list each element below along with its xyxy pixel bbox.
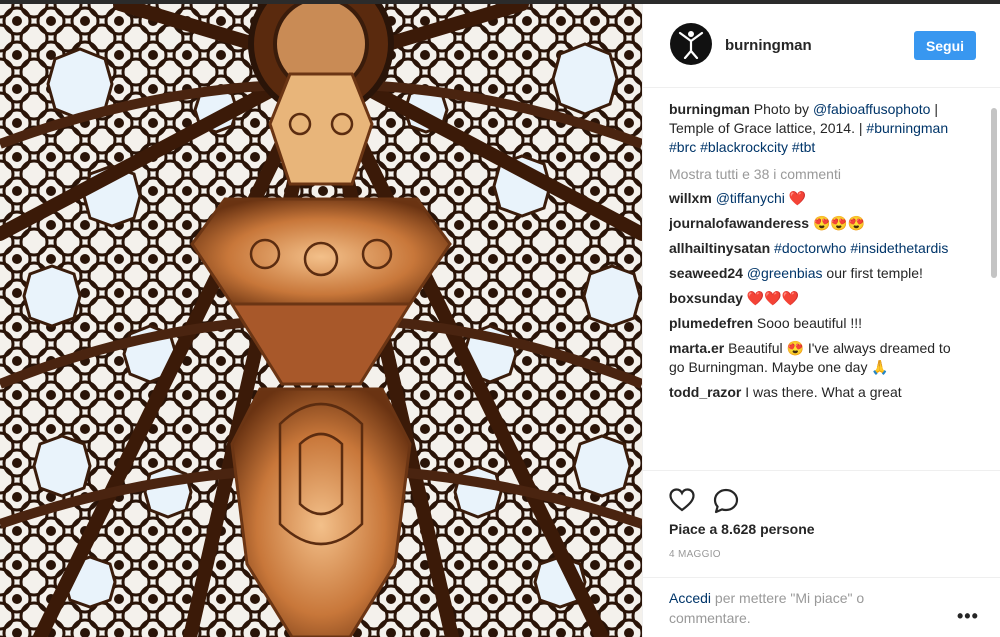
login-prompt: Accedi per mettere "Mi piace" o commenta… — [669, 588, 919, 628]
post-actions: Piace a 8.628 persone 4 MAGGIO — [643, 470, 1000, 580]
burning-man-logo-icon — [678, 31, 704, 59]
temple-lattice-image — [0, 4, 642, 637]
post-caption: burningman Photo by @fabioaffusophoto | … — [669, 100, 969, 157]
header-username[interactable]: burningman — [725, 37, 812, 54]
scrollbar-thumb[interactable] — [991, 108, 997, 278]
caption-mention[interactable]: @fabioaffusophoto — [813, 101, 931, 117]
likes-count[interactable]: Piace a 8.628 persone — [669, 521, 815, 537]
comment-item: willxm @tiffanychi ❤️ — [669, 189, 969, 208]
caption-text: Photo by — [753, 101, 813, 117]
heart-eyes-emoji-icon: 😍😍😍 — [812, 215, 866, 231]
caption-hashtags[interactable]: #blackrockcity #tbt — [700, 139, 815, 155]
post-header: burningman Segui — [643, 4, 1000, 88]
comment-item: todd_razor I was there. What a great — [669, 383, 969, 402]
post-photo[interactable] — [0, 4, 642, 637]
comment-username[interactable]: allhailtinysatan — [669, 240, 770, 256]
comment-hashtags[interactable]: #doctorwho #insidethetardis — [774, 240, 948, 256]
comment-item: boxsunday ❤️❤️❤️ — [669, 289, 969, 308]
comment-mention[interactable]: @tiffanychi — [716, 190, 785, 206]
comment-username[interactable]: seaweed24 — [669, 265, 743, 281]
heart-emoji-icon: ❤️❤️❤️ — [746, 290, 800, 306]
comment-footer: Accedi per mettere "Mi piace" o commenta… — [643, 577, 1000, 637]
comment-username[interactable]: marta.er — [669, 340, 724, 356]
avatar[interactable] — [670, 23, 712, 65]
comments-list: burningman Photo by @fabioaffusophoto | … — [669, 100, 969, 470]
comment-username[interactable]: boxsunday — [669, 290, 743, 306]
comment-item: plumedefren Sooo beautiful !!! — [669, 314, 969, 333]
comment-item: journalofawanderess 😍😍😍 — [669, 214, 969, 233]
heart-emoji-icon: ❤️ — [788, 190, 807, 206]
login-link[interactable]: Accedi — [669, 590, 711, 606]
view-all-comments-link[interactable]: Mostra tutti e 38 i commenti — [669, 165, 969, 184]
more-options-icon[interactable]: ••• — [957, 606, 979, 627]
comment-username[interactable]: journalofawanderess — [669, 215, 809, 231]
comment-text: I was there. What a great — [745, 384, 902, 400]
follow-button[interactable]: Segui — [914, 31, 976, 60]
praying-hands-emoji-icon: 🙏 — [871, 359, 889, 375]
post-side-panel: burningman Segui burningman Photo by @fa… — [642, 4, 1000, 637]
comment-item: seaweed24 @greenbias our first temple! — [669, 264, 969, 283]
comment-username[interactable]: todd_razor — [669, 384, 741, 400]
comment-username[interactable]: willxm — [669, 190, 712, 206]
comment-bubble-icon[interactable] — [713, 488, 739, 519]
comment-text: Sooo beautiful !!! — [756, 315, 862, 331]
heart-eyes-emoji-icon: 😍 — [786, 340, 804, 356]
caption-username[interactable]: burningman — [669, 101, 750, 117]
comments-scrollbar[interactable] — [991, 100, 997, 470]
comment-username[interactable]: plumedefren — [669, 315, 753, 331]
heart-outline-icon[interactable] — [669, 488, 695, 517]
comment-item: marta.er Beautiful 😍 I've always dreamed… — [669, 339, 969, 377]
comment-text: our first temple! — [822, 265, 923, 281]
comment-text: Beautiful — [728, 340, 783, 356]
comment-mention[interactable]: @greenbias — [747, 265, 823, 281]
post-date: 4 MAGGIO — [669, 549, 721, 560]
comment-item: allhailtinysatan #doctorwho #insidetheta… — [669, 239, 969, 258]
